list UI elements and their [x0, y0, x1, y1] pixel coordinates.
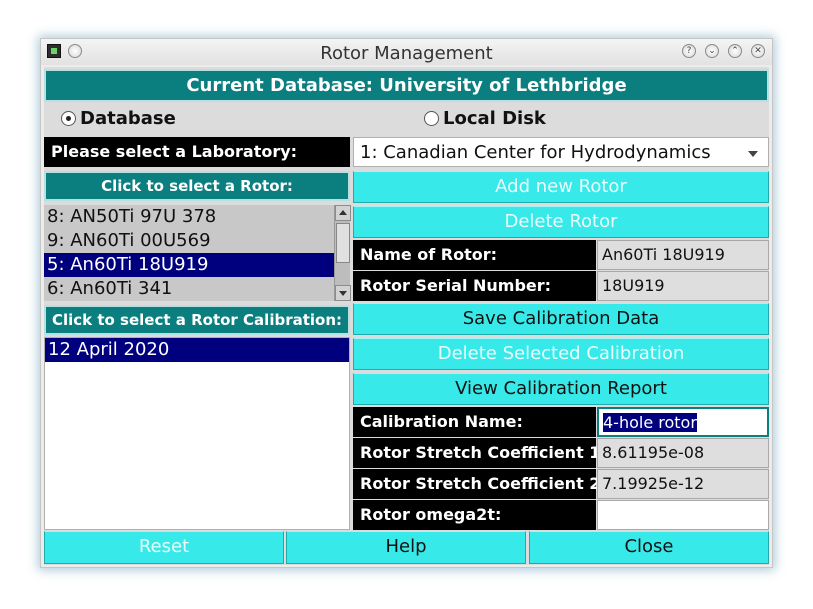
- radio-database-indicator[interactable]: [61, 111, 76, 126]
- rotor-serial-field[interactable]: 18U919: [597, 271, 769, 301]
- chevron-down-icon[interactable]: [748, 151, 758, 157]
- calibration-list[interactable]: 12 April 2020: [44, 337, 350, 530]
- delete-calibration-button[interactable]: Delete Selected Calibration: [353, 338, 769, 370]
- radio-local-disk-indicator[interactable]: [424, 111, 439, 126]
- save-calibration-button[interactable]: Save Calibration Data: [353, 303, 769, 335]
- rotor-list-scrollbar[interactable]: [334, 205, 351, 301]
- calibration-name-field[interactable]: 4-hole rotor: [597, 407, 769, 437]
- maximize-icon[interactable]: ⌃: [728, 44, 742, 58]
- add-rotor-button[interactable]: Add new Rotor: [353, 171, 769, 203]
- rotor-serial-label: Rotor Serial Number:: [353, 271, 596, 301]
- title-bar[interactable]: Rotor Management ? ⌄ ⌃ ✕: [41, 39, 772, 65]
- radio-database-label: Database: [80, 108, 176, 129]
- rotor-list-header: Click to select a Rotor:: [44, 171, 350, 201]
- list-item[interactable]: 9: AN60Ti 00U569: [44, 229, 334, 253]
- help-button[interactable]: Help: [286, 531, 526, 564]
- rotor-management-window: Rotor Management ? ⌄ ⌃ ✕ Current Databas…: [40, 38, 773, 568]
- help-icon[interactable]: ?: [682, 44, 696, 58]
- list-item-selected[interactable]: 5: An60Ti 18U919: [44, 253, 334, 277]
- window-title: Rotor Management: [320, 43, 493, 64]
- reset-button[interactable]: Reset: [44, 531, 284, 564]
- rotor-list[interactable]: 8: AN50Ti 97U 378 9: AN60Ti 00U569 5: An…: [44, 205, 334, 301]
- main-content: Current Database: University of Lethbrid…: [44, 67, 769, 565]
- close-button[interactable]: Close: [529, 531, 769, 564]
- minimize-icon[interactable]: ⌄: [705, 44, 719, 58]
- laboratory-label: Please select a Laboratory:: [44, 137, 350, 167]
- coefficient1-field[interactable]: 8.61195e-08: [597, 438, 769, 468]
- radio-local-disk-label: Local Disk: [443, 108, 546, 129]
- close-window-icon[interactable]: ✕: [751, 44, 765, 58]
- coefficient1-label: Rotor Stretch Coefficient 1:: [353, 438, 607, 468]
- scroll-up-icon[interactable]: [335, 205, 351, 221]
- current-database-header: Current Database: University of Lethbrid…: [44, 69, 769, 102]
- calibration-name-label: Calibration Name:: [353, 407, 596, 437]
- delete-rotor-button[interactable]: Delete Rotor: [353, 206, 769, 238]
- radio-local-disk[interactable]: Local Disk: [424, 108, 546, 132]
- coefficient2-field[interactable]: 7.19925e-12: [597, 469, 769, 499]
- scrollbar-thumb[interactable]: [336, 223, 350, 263]
- radio-database[interactable]: Database: [61, 108, 176, 132]
- laboratory-select-value: 1: Canadian Center for Hydrodynamics: [360, 142, 711, 163]
- rotor-name-field[interactable]: An60Ti 18U919: [597, 240, 769, 270]
- omega2t-field[interactable]: [597, 500, 769, 530]
- list-item-selected[interactable]: 12 April 2020: [45, 338, 349, 362]
- list-item[interactable]: 6: An60Ti 341: [44, 277, 334, 301]
- view-report-button[interactable]: View Calibration Report: [353, 373, 769, 405]
- calibration-name-value: 4-hole rotor: [603, 413, 697, 432]
- calibration-list-header: Click to select a Rotor Calibration:: [44, 305, 350, 335]
- coefficient2-label: Rotor Stretch Coefficient 2:: [353, 469, 607, 499]
- omega2t-label: Rotor omega2t:: [353, 500, 596, 530]
- scroll-down-icon[interactable]: [335, 285, 351, 301]
- laboratory-select[interactable]: 1: Canadian Center for Hydrodynamics: [353, 137, 769, 167]
- rotor-name-label: Name of Rotor:: [353, 240, 596, 270]
- list-item[interactable]: 8: AN50Ti 97U 378: [44, 205, 334, 229]
